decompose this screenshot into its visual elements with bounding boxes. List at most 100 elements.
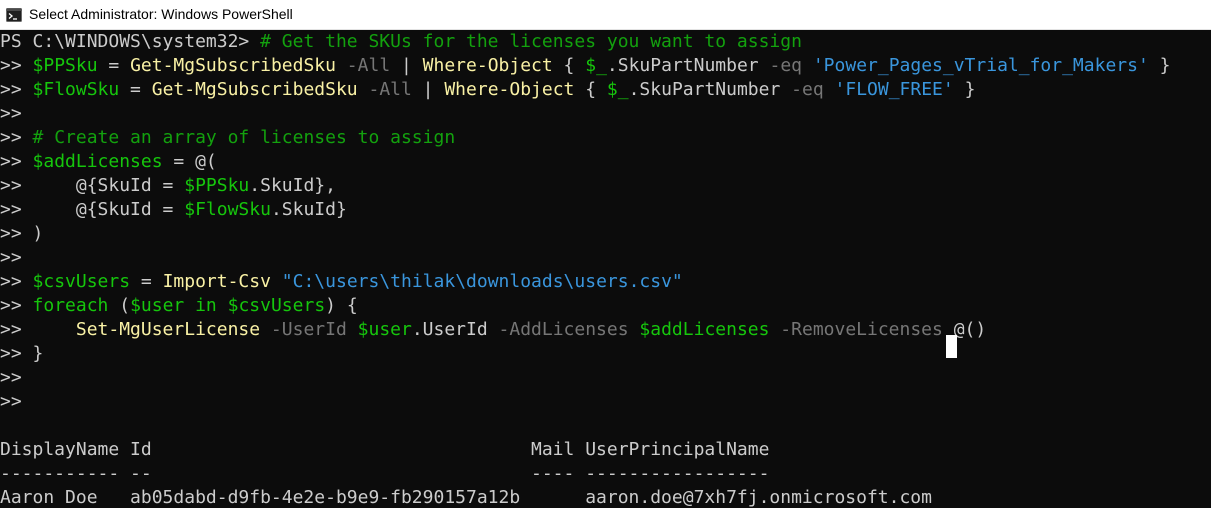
console-token: ----------- -- ---- -----------------: [0, 463, 770, 484]
console-token: $addLicenses: [639, 319, 770, 340]
console-line: >> @{SkuId = $FlowSku.SkuId}: [0, 198, 347, 222]
console-token: $user: [130, 295, 185, 316]
console-token: >>: [0, 391, 22, 412]
console-token: .SkuPartNumber: [628, 79, 781, 100]
console-token: $_: [606, 79, 629, 100]
console-token: |: [411, 79, 445, 100]
console-token: $user: [357, 319, 412, 340]
console-token: in: [195, 295, 217, 316]
console-token: 'FLOW_FREE': [834, 79, 954, 100]
title-bar[interactable]: Select Administrator: Windows PowerShell: [0, 0, 1211, 30]
console-token: >> @{SkuId =: [0, 199, 185, 220]
console-token: =: [97, 55, 131, 76]
console-token: >>: [0, 151, 33, 172]
console-token: .SkuPartNumber: [606, 55, 759, 76]
console-token: $FlowSku: [32, 79, 120, 100]
console-token: [217, 295, 228, 316]
console-token: foreach: [32, 295, 109, 316]
console-token: >>: [0, 79, 33, 100]
console-token: -All: [335, 55, 391, 76]
console-line: Aaron Doe ab05dabd-d9fb-4e2e-b9e9-fb2901…: [0, 486, 932, 508]
console-token: # Create an array of licenses to assign: [32, 127, 456, 148]
console-token: >>: [0, 295, 33, 316]
console-token: = @(: [162, 151, 217, 172]
console-token: $_: [585, 55, 607, 76]
console-token: [271, 271, 282, 292]
console-token: Get-MgSubscribedSku: [130, 55, 336, 76]
console-output[interactable]: PS C:\WINDOWS\system32> # Get the SKUs f…: [0, 30, 1211, 508]
console-token: Set-MgUserLicense: [75, 319, 261, 340]
console-token: .UserId: [411, 319, 488, 340]
console-token: }: [953, 79, 976, 100]
console-token: [184, 295, 195, 316]
console-line: >>: [0, 366, 22, 390]
console-token: # Get the SKUs for the licenses you want…: [260, 31, 802, 52]
console-line: >>: [0, 102, 22, 126]
console-line: DisplayName Id Mail UserPrincipalName: [0, 438, 769, 462]
console-token: -AddLicenses: [487, 319, 629, 340]
console-token: -RemoveLicenses: [769, 319, 943, 340]
console-token: Where-Object: [444, 79, 575, 100]
console-token: [824, 79, 835, 100]
console-token: >>: [0, 319, 76, 340]
console-token: >>: [0, 55, 33, 76]
console-token: [802, 55, 813, 76]
console-token: $PPSku: [32, 55, 98, 76]
console-token: -eq: [758, 55, 802, 76]
console-token: -All: [357, 79, 412, 100]
console-token: [347, 319, 358, 340]
console-token: -eq: [780, 79, 824, 100]
console-line: >> ): [0, 222, 43, 246]
console-token: >>: [0, 103, 22, 124]
console-line: PS C:\WINDOWS\system32> # Get the SKUs f…: [0, 30, 802, 54]
console-token: >> ): [0, 223, 44, 244]
console-line: >> }: [0, 342, 43, 366]
powershell-window: Select Administrator: Windows PowerShell…: [0, 0, 1211, 508]
powershell-icon: [6, 8, 22, 22]
console-line: >> # Create an array of licenses to assi…: [0, 126, 455, 150]
console-token: [629, 319, 640, 340]
console-token: =: [130, 271, 163, 292]
console-token: >>: [0, 127, 33, 148]
console-token: 'Power_Pages_vTrial_for_Makers': [812, 55, 1149, 76]
console-token: Where-Object: [422, 55, 553, 76]
text-cursor: [946, 335, 957, 358]
window-title: Select Administrator: Windows PowerShell: [29, 6, 293, 22]
console-token: .SkuId},: [249, 175, 336, 196]
console-token: $csvUsers: [32, 271, 131, 292]
console-token: {: [552, 55, 586, 76]
console-token: }: [1148, 55, 1171, 76]
console-token: >> @{SkuId =: [0, 175, 185, 196]
console-token: ) {: [325, 295, 358, 316]
console-token: Get-MgSubscribedSku: [151, 79, 358, 100]
console-token: $FlowSku: [184, 199, 271, 220]
console-line: >> $PPSku = Get-MgSubscribedSku -All | W…: [0, 54, 1170, 78]
console-line: >> $FlowSku = Get-MgSubscribedSku -All |…: [0, 78, 975, 102]
console-token: DisplayName Id Mail UserPrincipalName: [0, 439, 770, 460]
console-line: >>: [0, 390, 22, 414]
console-token: >> }: [0, 343, 44, 364]
console-token: "C:\users\thilak\downloads\users.csv": [281, 271, 683, 292]
console-line: ----------- -- ---- -----------------: [0, 462, 769, 486]
console-token: (: [108, 295, 131, 316]
console-token: $PPSku: [184, 175, 250, 196]
console-token: =: [119, 79, 152, 100]
console-token: Aaron Doe ab05dabd-d9fb-4e2e-b9e9-fb2901…: [0, 487, 932, 508]
console-token: Import-Csv: [162, 271, 271, 292]
console-token: {: [574, 79, 607, 100]
console-token: PS C:\WINDOWS\system32>: [0, 31, 261, 52]
console-line: >> Set-MgUserLicense -UserId $user.UserI…: [0, 318, 986, 342]
console-line: >> $csvUsers = Import-Csv "C:\users\thil…: [0, 270, 683, 294]
console-token: >>: [0, 367, 22, 388]
console-token: >>: [0, 271, 33, 292]
console-token: $addLicenses: [32, 151, 163, 172]
console-token: |: [390, 55, 423, 76]
console-line: >> @{SkuId = $PPSku.SkuId},: [0, 174, 336, 198]
console-token: $csvUsers: [227, 295, 326, 316]
console-line: >>: [0, 246, 22, 270]
console-token: -UserId: [260, 319, 347, 340]
console-line: >> $addLicenses = @(: [0, 150, 217, 174]
console-token: .SkuId}: [270, 199, 347, 220]
console-token: >>: [0, 247, 22, 268]
console-line: >> foreach ($user in $csvUsers) {: [0, 294, 358, 318]
